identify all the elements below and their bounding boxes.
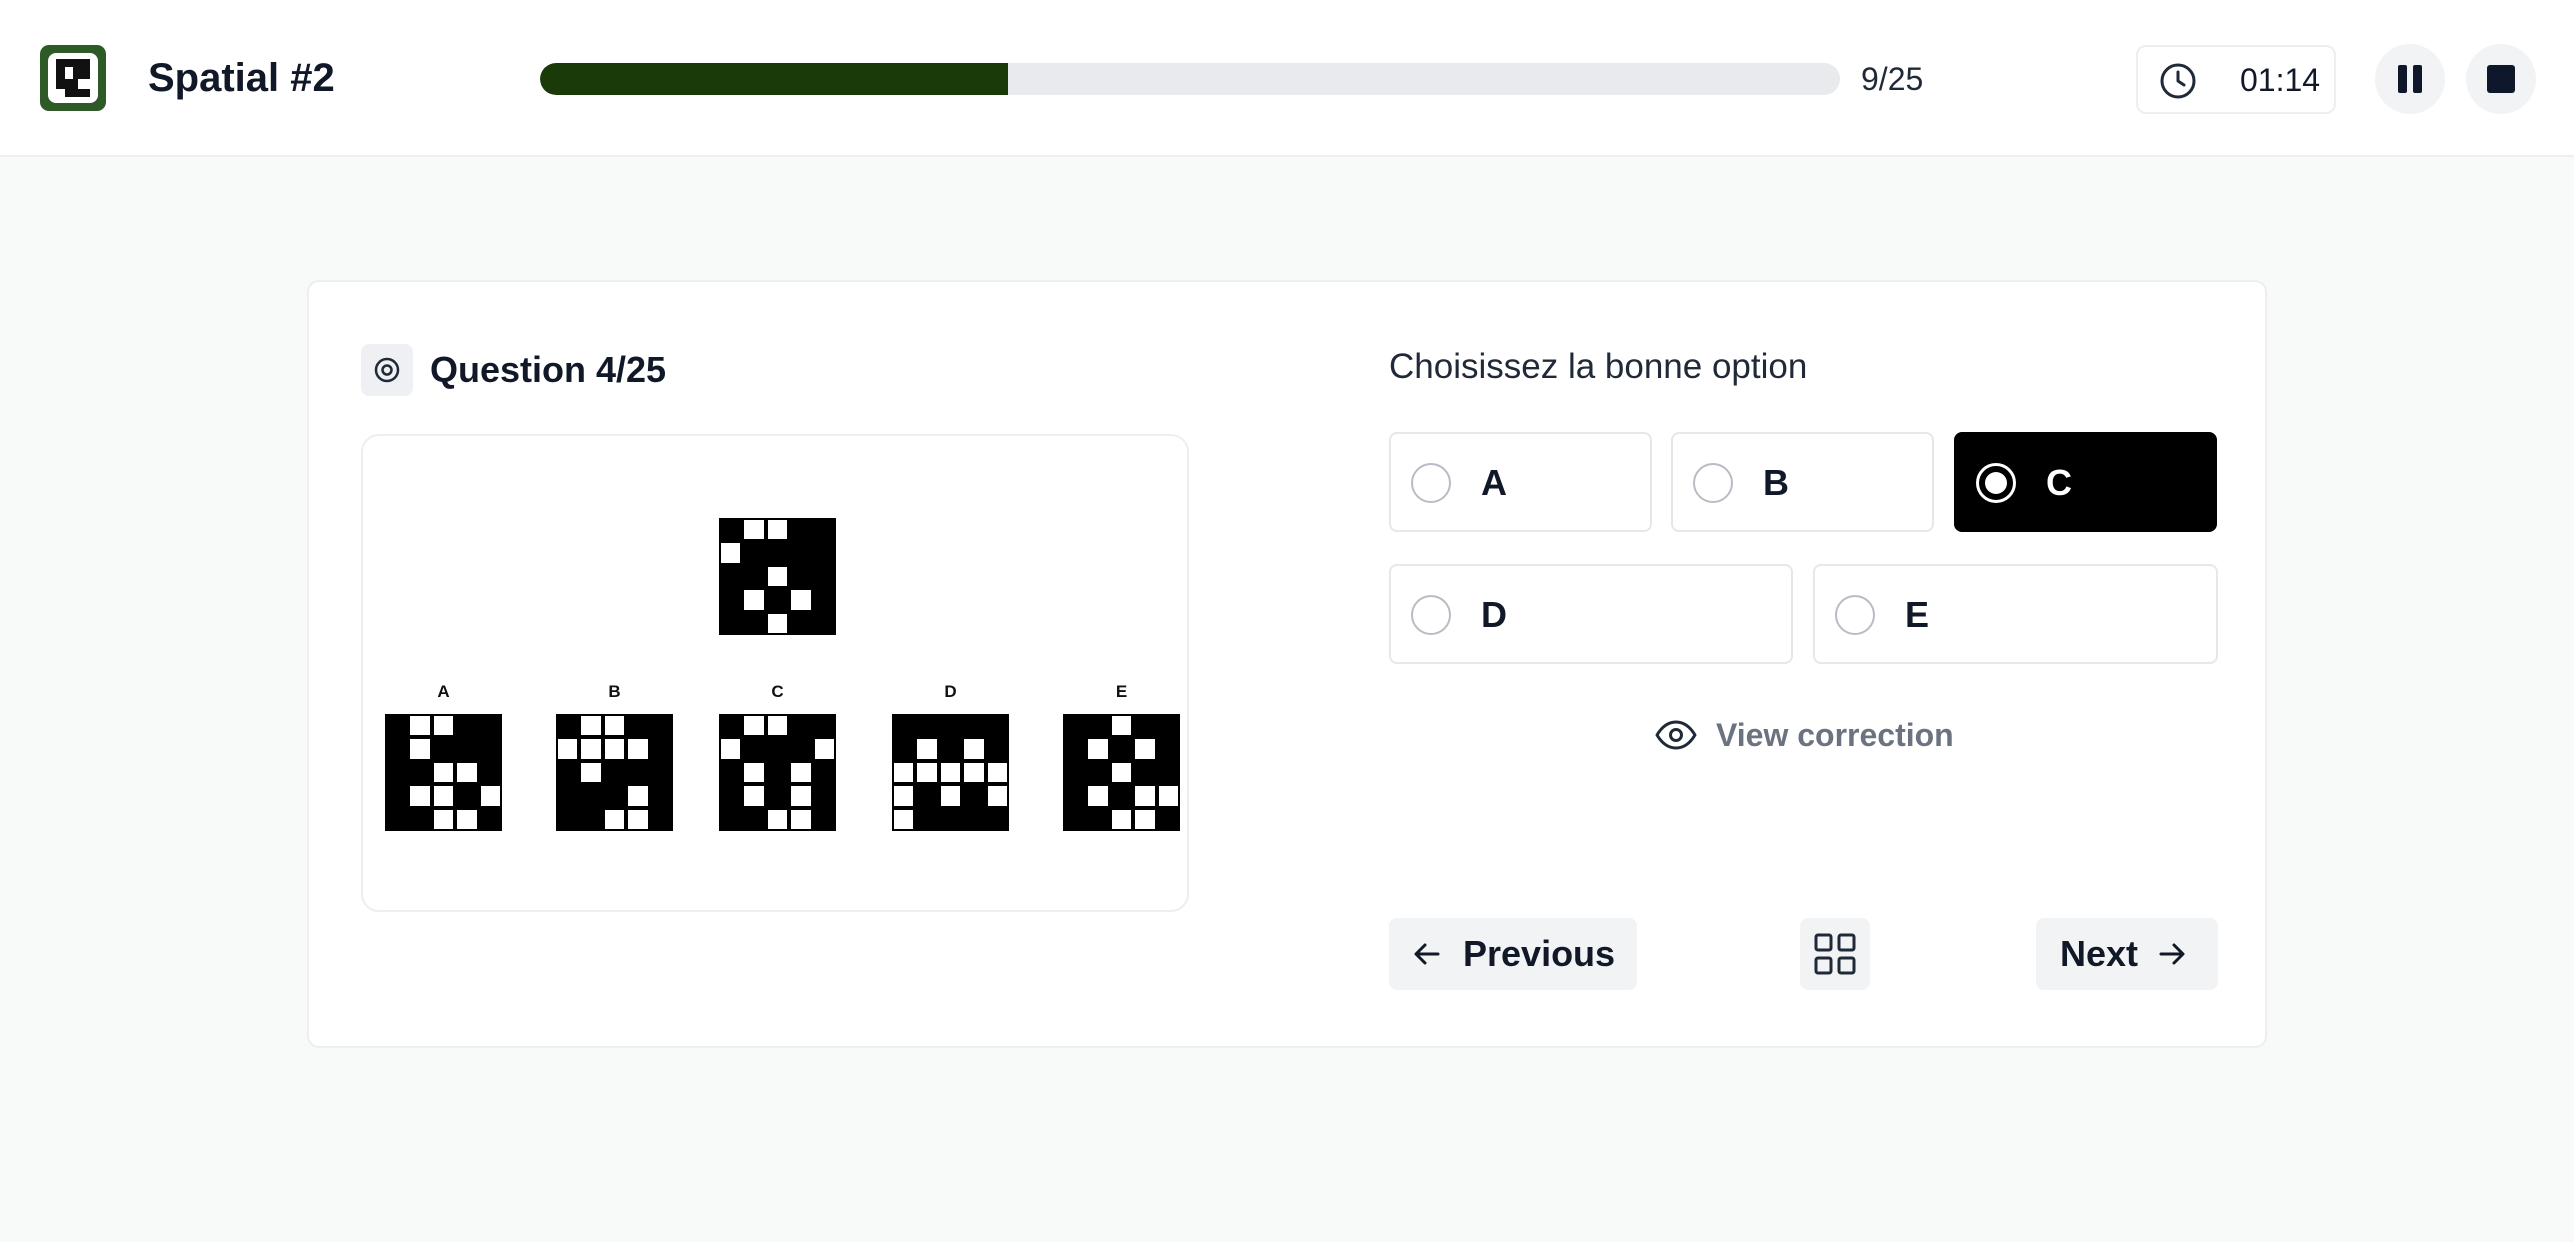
- arrow-left-icon: [1411, 938, 1443, 970]
- option-pattern-d: [892, 714, 1009, 831]
- answer-prompt: Choisissez la bonne option: [1389, 347, 1808, 386]
- next-label: Next: [2060, 933, 2139, 974]
- option-label: A: [1481, 462, 1507, 503]
- option-pattern-a: [385, 714, 502, 831]
- eye-icon: [1654, 719, 1698, 751]
- figure-option-label: B: [608, 682, 621, 701]
- option-e[interactable]: E: [1813, 564, 2218, 664]
- option-d[interactable]: D: [1389, 564, 1793, 664]
- radio-button[interactable]: [1411, 463, 1451, 503]
- app-title: Spatial #2: [148, 56, 335, 100]
- pause-icon: [2395, 65, 2425, 93]
- timer-value: 01:14: [2240, 62, 2321, 98]
- option-b[interactable]: B: [1671, 432, 1934, 532]
- option-pattern-b: [556, 714, 673, 831]
- radio-button[interactable]: [1835, 595, 1875, 635]
- option-label: B: [1763, 462, 1789, 503]
- radio-button[interactable]: [1411, 595, 1451, 635]
- question-figure: A B C D E: [361, 434, 1189, 912]
- clock-icon: [2158, 61, 2198, 106]
- previous-label: Previous: [1463, 933, 1616, 974]
- progress-bar: [540, 63, 1840, 95]
- question-overview-button[interactable]: [1800, 918, 1870, 990]
- question-title: Question 4/25: [430, 349, 667, 390]
- puzzle-logo-icon: [40, 45, 106, 111]
- stop-button[interactable]: [2466, 44, 2536, 114]
- view-correction-label: View correction: [1716, 716, 1954, 753]
- radio-button[interactable]: [1693, 463, 1733, 503]
- previous-button[interactable]: Previous: [1389, 918, 1637, 990]
- stop-icon: [2487, 65, 2515, 93]
- option-label: E: [1905, 594, 1930, 635]
- progress-fill: [540, 63, 1008, 95]
- target-icon: [361, 344, 413, 396]
- arrow-right-icon: [2156, 938, 2188, 970]
- option-label: D: [1481, 594, 1507, 635]
- figure-option-label: E: [1115, 682, 1128, 701]
- radio-button[interactable]: [1976, 463, 2016, 503]
- header-bar: Spatial #2 9/25 01:14: [0, 0, 2574, 157]
- question-card: Question 4/25 A B C D E Choisissez la bonne …: [307, 280, 2267, 1048]
- view-correction-button[interactable]: View correction: [1654, 710, 1954, 760]
- pause-button[interactable]: [2375, 44, 2445, 114]
- progress-count: 9/25: [1861, 61, 1924, 97]
- option-pattern-c: [719, 714, 836, 831]
- grid-icon: [1813, 932, 1857, 976]
- timer: 01:14: [2136, 45, 2336, 114]
- option-a[interactable]: A: [1389, 432, 1652, 532]
- option-c[interactable]: C: [1954, 432, 2217, 532]
- target-pattern: [719, 518, 836, 635]
- figure-option-label: A: [437, 682, 450, 701]
- option-pattern-e: [1063, 714, 1180, 831]
- figure-option-label: C: [771, 682, 784, 701]
- option-label: C: [2046, 462, 2072, 503]
- next-button[interactable]: Next: [2036, 918, 2218, 990]
- figure-option-label: D: [944, 682, 957, 701]
